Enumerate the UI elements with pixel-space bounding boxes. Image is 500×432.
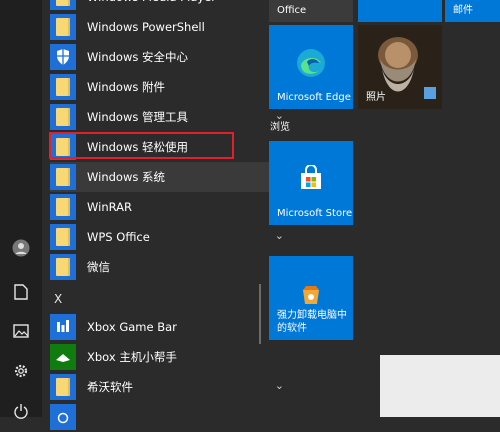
- shield-icon: [50, 44, 76, 70]
- photos-tile[interactable]: 照片: [358, 25, 442, 109]
- app-item-label: 希沃软件: [87, 380, 133, 394]
- xbox-game-bar-icon: [50, 314, 76, 340]
- app-item-label: Xbox 主机小帮手: [87, 350, 177, 364]
- documents-icon[interactable]: [11, 282, 31, 302]
- app-item-wps-office[interactable]: WPS Office ⌄: [50, 222, 298, 252]
- app-item-xbox-console-companion[interactable]: Xbox 主机小帮手: [50, 342, 298, 372]
- xbox-console-icon: [50, 344, 76, 370]
- app-item-winrar[interactable]: WinRAR ⌄: [50, 192, 298, 222]
- folder-icon: [50, 104, 76, 130]
- folder-icon: [50, 224, 76, 250]
- office-tile[interactable]: Office: [269, 0, 353, 22]
- edge-tile[interactable]: Microsoft Edge: [269, 25, 353, 109]
- store-tile[interactable]: Microsoft Store: [269, 141, 353, 225]
- folder-icon: [50, 14, 76, 40]
- section-letter-x[interactable]: X: [54, 292, 62, 306]
- edge-icon: [297, 49, 325, 77]
- app-item-label: Windows PowerShell: [87, 20, 205, 34]
- folder-icon: [50, 164, 76, 190]
- browse-group-label[interactable]: 浏览: [270, 118, 290, 133]
- app-item-wechat[interactable]: 微信 ⌄: [50, 252, 298, 282]
- blank-tile[interactable]: [358, 0, 442, 22]
- desktop-background-area: [380, 355, 500, 417]
- user-avatar-icon[interactable]: [11, 238, 31, 258]
- folder-icon: [50, 254, 76, 280]
- app-item-label: Windows 系统: [87, 170, 165, 184]
- mail-tile[interactable]: 邮件: [445, 0, 500, 22]
- app-item-windows-security[interactable]: Windows 安全中心: [50, 42, 298, 72]
- uninstaller-icon: [303, 286, 319, 304]
- app-item-windows-media-player[interactable]: Windows Media Player: [50, 0, 298, 12]
- office-tile-label: Office: [277, 5, 307, 16]
- highlight-box: [49, 132, 234, 159]
- app-item-label: 微信: [87, 260, 110, 274]
- app-item-seewo-software[interactable]: 希沃软件 ⌄: [50, 372, 298, 402]
- app-item-label: Windows 附件: [87, 80, 165, 94]
- app-item-label: WPS Office: [87, 230, 150, 244]
- mail-tile-label: 邮件: [453, 5, 473, 16]
- folder-icon: [50, 374, 76, 400]
- camera-icon: [50, 404, 76, 430]
- app-item-windows-system[interactable]: Windows 系统 ⌄: [50, 162, 298, 192]
- app-item-label: Windows 管理工具: [87, 110, 188, 124]
- photos-tile-label: 照片: [366, 92, 386, 103]
- uninstaller-tile[interactable]: 强力卸载电脑中的软件: [269, 256, 353, 340]
- folder-icon: [50, 74, 76, 100]
- app-item-windows-accessories[interactable]: Windows 附件 ⌄: [50, 72, 298, 102]
- scrollbar[interactable]: [259, 284, 261, 344]
- app-item-label: Windows 安全中心: [87, 50, 188, 64]
- store-bag-icon: [301, 165, 321, 189]
- app-item-label: Xbox Game Bar: [87, 320, 177, 334]
- store-tile-label: Microsoft Store: [277, 208, 353, 219]
- pictures-icon[interactable]: [11, 321, 31, 341]
- chevron-down-icon[interactable]: ⌄: [275, 229, 284, 242]
- settings-gear-icon[interactable]: [11, 361, 31, 381]
- chevron-down-icon[interactable]: ⌄: [275, 379, 284, 392]
- power-icon[interactable]: [11, 401, 31, 421]
- folder-icon: [50, 194, 76, 220]
- app-item-windows-powershell[interactable]: Windows PowerShell ⌄: [50, 12, 298, 42]
- app-list[interactable]: Windows Media Player Windows PowerShell …: [42, 0, 298, 430]
- start-left-rail: [0, 0, 42, 419]
- app-item-label: WinRAR: [87, 200, 132, 214]
- app-item-camera[interactable]: [50, 402, 298, 432]
- app-item-windows-admin-tools[interactable]: Windows 管理工具 ⌄: [50, 102, 298, 132]
- edge-tile-label: Microsoft Edge: [277, 92, 351, 103]
- uninstaller-tile-label: 强力卸载电脑中的软件: [277, 310, 347, 334]
- folder-icon: [50, 0, 76, 10]
